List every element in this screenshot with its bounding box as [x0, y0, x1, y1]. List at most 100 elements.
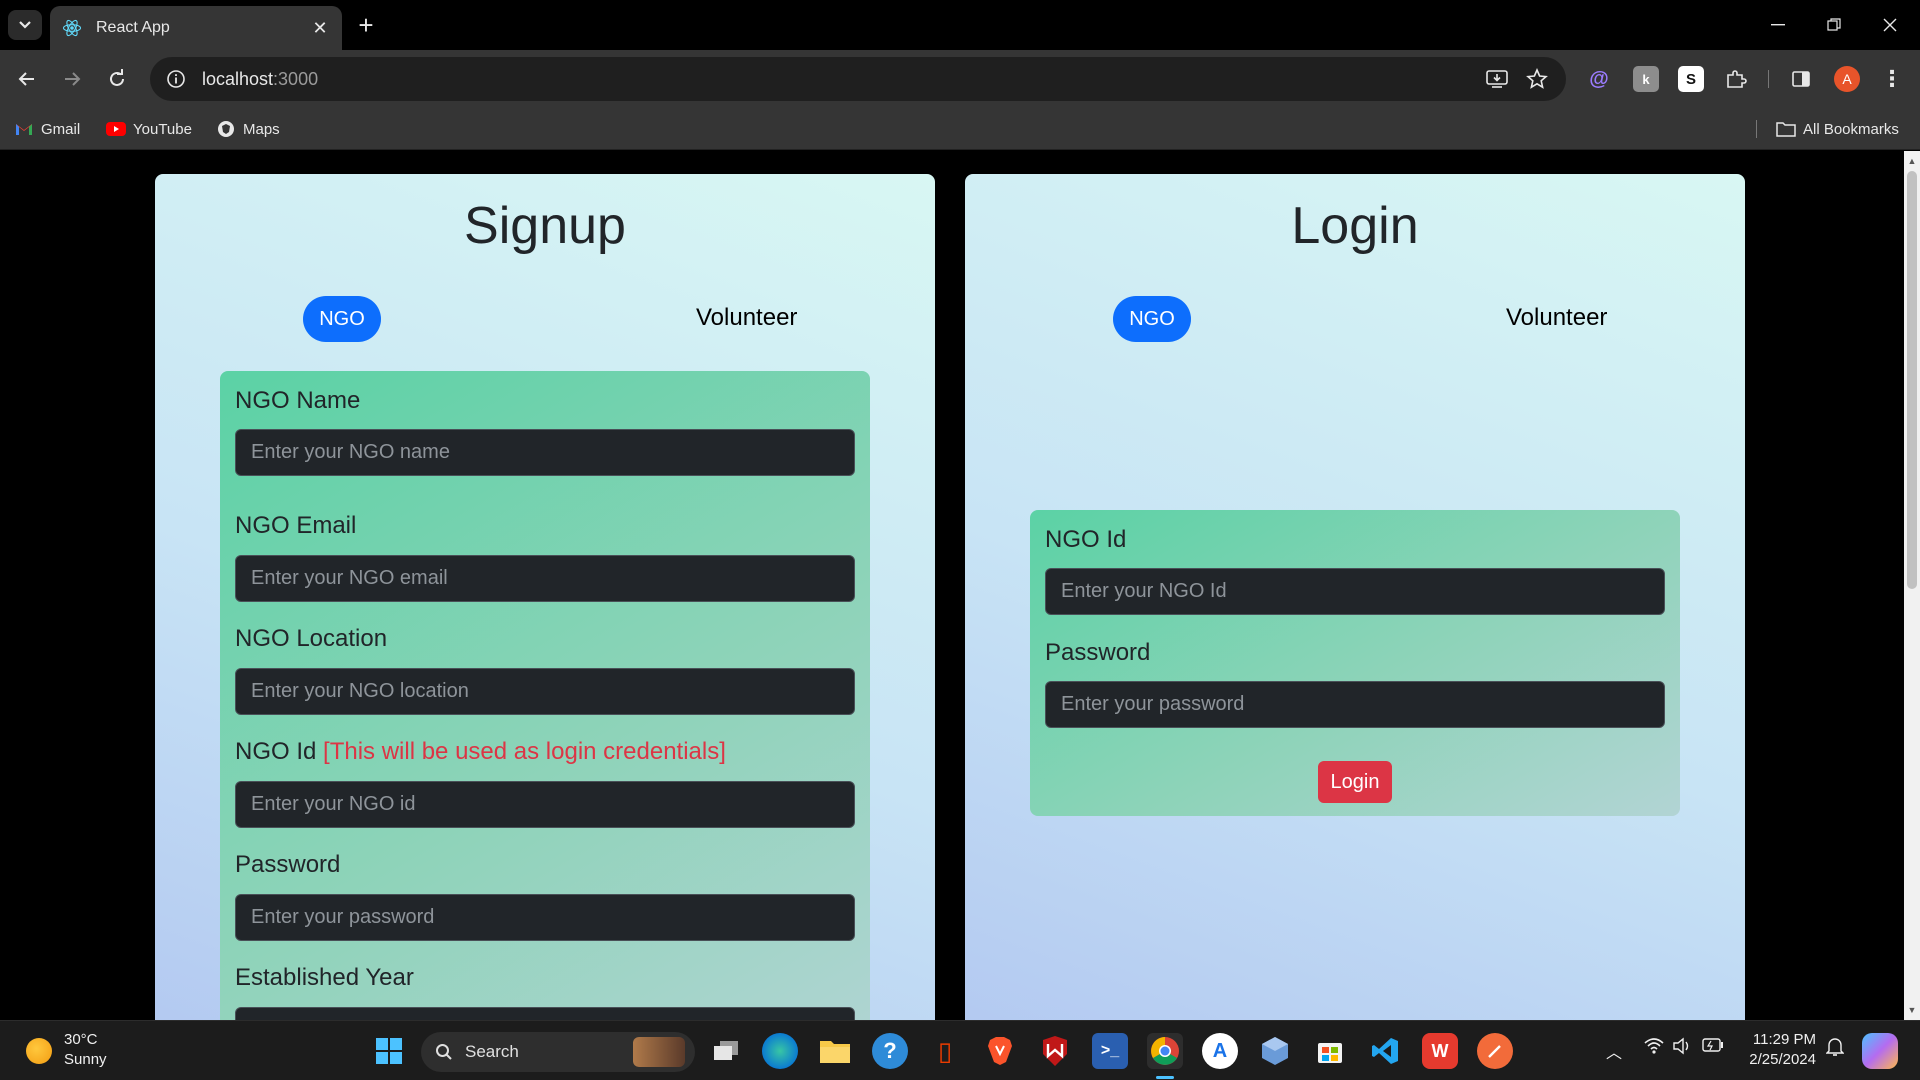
ngo-email-label: NGO Email [235, 512, 357, 539]
wps-office-icon[interactable]: W [1422, 1033, 1458, 1069]
login-tab-volunteer[interactable]: Volunteer [1506, 304, 1607, 332]
restore-icon [1827, 18, 1841, 31]
login-ngo-id-input[interactable] [1045, 568, 1665, 615]
reload-icon [110, 69, 124, 86]
battery-icon[interactable] [1702, 1038, 1724, 1057]
search-highlight-image [633, 1037, 685, 1067]
scrollbar-thumb[interactable] [1907, 171, 1917, 589]
weather-desc[interactable]: Sunny [64, 1051, 107, 1068]
side-panel-icon[interactable] [1788, 66, 1814, 92]
scroll-up-arrow[interactable]: ▲ [1904, 153, 1920, 169]
tab-search-button[interactable] [8, 10, 42, 40]
toolbar-divider [1768, 70, 1769, 88]
ngo-id-input[interactable] [235, 781, 855, 828]
bookmark-youtube[interactable]: YouTube [106, 117, 192, 141]
address-bar[interactable]: localhost:3000 [150, 57, 1566, 101]
close-window-button[interactable] [1870, 10, 1910, 40]
browser-tab[interactable]: React App ✕ [50, 6, 342, 50]
extension-s-icon[interactable]: S [1678, 66, 1704, 92]
bookmarks-bar: Gmail YouTube Maps All Bookmarks [0, 108, 1920, 150]
scroll-down-arrow[interactable]: ▼ [1904, 1002, 1920, 1018]
search-icon [436, 1044, 452, 1060]
bookmarks-divider [1756, 120, 1757, 138]
profile-avatar[interactable]: A [1834, 66, 1860, 92]
password-label: Password [235, 851, 341, 878]
weather-temp[interactable]: 30°C [64, 1031, 98, 1048]
youtube-icon [106, 121, 126, 137]
minimize-button[interactable] [1758, 10, 1798, 40]
postman-icon[interactable] [1477, 1033, 1513, 1069]
clock-date[interactable]: 2/25/2024 [1738, 1051, 1816, 1068]
signup-tab-volunteer[interactable]: Volunteer [696, 304, 797, 332]
install-app-icon[interactable] [1486, 69, 1508, 89]
ngo-name-input[interactable] [235, 429, 855, 476]
page-scrollbar[interactable]: ▲ ▼ [1904, 151, 1920, 1020]
ngo-email-input[interactable] [235, 555, 855, 602]
established-year-input[interactable] [235, 1007, 855, 1020]
maps-icon [216, 121, 236, 137]
bookmark-maps[interactable]: Maps [216, 117, 280, 141]
task-view-icon[interactable] [708, 1033, 744, 1069]
bookmark-star-icon[interactable] [1526, 68, 1548, 90]
site-info-icon[interactable] [166, 69, 186, 89]
mastodon-extension-icon[interactable]: @ [1586, 66, 1612, 92]
ngo-id-label-text: NGO Id [235, 738, 317, 765]
vscode-icon[interactable] [1367, 1033, 1403, 1069]
browser-toolbar: localhost:3000 @ k S A ⋮ [0, 50, 1920, 108]
login-form: NGO Id Password Login [1030, 510, 1680, 816]
ngo-id-credentials-note: [This will be used as login credentials] [323, 738, 726, 765]
login-password-input[interactable] [1045, 681, 1665, 728]
back-button[interactable] [12, 64, 42, 94]
gmail-icon [14, 121, 34, 137]
weather-sun-icon[interactable] [26, 1038, 52, 1064]
microsoft-store-icon[interactable] [1312, 1033, 1348, 1069]
login-tab-ngo[interactable]: NGO [1113, 296, 1191, 342]
file-explorer-icon[interactable] [817, 1033, 853, 1069]
show-hidden-icons-chevron[interactable]: ︿ [1606, 1039, 1622, 1063]
ngo-location-input[interactable] [235, 668, 855, 715]
extensions-puzzle-icon[interactable] [1723, 66, 1749, 92]
new-tab-button[interactable]: + [352, 12, 380, 40]
clock-time[interactable]: 11:29 PM [1746, 1031, 1816, 1048]
copilot-icon[interactable] [1862, 1033, 1898, 1069]
active-app-indicator [1156, 1076, 1174, 1079]
browser-menu-icon[interactable]: ⋮ [1879, 66, 1905, 92]
folder-icon [1776, 121, 1796, 137]
reload-button[interactable] [102, 64, 132, 94]
mcafee-icon[interactable] [1037, 1033, 1073, 1069]
browser-tab-strip: React App ✕ + [0, 0, 1920, 50]
chevron-down-icon [19, 21, 31, 29]
react-logo-icon [62, 19, 82, 37]
help-app-icon[interactable]: ? [872, 1033, 908, 1069]
signup-card: Signup NGO Volunteer NGO Name NGO Email … [155, 174, 935, 1020]
restore-button[interactable] [1814, 10, 1854, 40]
office-icon[interactable]: ▯ [927, 1033, 963, 1069]
taskbar-search[interactable]: Search [421, 1032, 695, 1072]
virtualbox-icon[interactable] [1257, 1033, 1293, 1069]
powershell-icon[interactable]: >_ [1092, 1033, 1128, 1069]
page-viewport: Signup NGO Volunteer NGO Name NGO Email … [0, 151, 1904, 1020]
signup-form: NGO Name NGO Email NGO Location NGO Id [… [220, 371, 870, 1020]
extension-k-icon[interactable]: k [1633, 66, 1659, 92]
tab-close-icon[interactable]: ✕ [310, 18, 330, 38]
brave-browser-icon[interactable] [982, 1033, 1018, 1069]
panel-icon [1792, 71, 1810, 87]
bookmark-label: Maps [243, 120, 280, 138]
volume-icon[interactable] [1672, 1037, 1692, 1060]
chrome-icon[interactable] [1147, 1033, 1183, 1069]
notification-bell-icon[interactable] [1825, 1037, 1845, 1062]
bookmark-gmail[interactable]: Gmail [14, 117, 80, 141]
search-label: Search [465, 1042, 519, 1061]
signup-tab-ngo[interactable]: NGO [303, 296, 381, 342]
all-bookmarks-button[interactable]: All Bookmarks [1776, 117, 1899, 141]
password-input[interactable] [235, 894, 855, 941]
edge-browser-icon[interactable] [762, 1033, 798, 1069]
start-windows-icon[interactable] [371, 1033, 407, 1069]
login-button[interactable]: Login [1318, 761, 1392, 803]
minimize-icon [1771, 24, 1785, 26]
forward-button[interactable] [57, 64, 87, 94]
wifi-icon[interactable] [1644, 1037, 1664, 1060]
arrow-left-icon [18, 72, 34, 86]
app-store-a-icon[interactable]: A [1202, 1033, 1238, 1069]
close-icon [1883, 18, 1897, 32]
